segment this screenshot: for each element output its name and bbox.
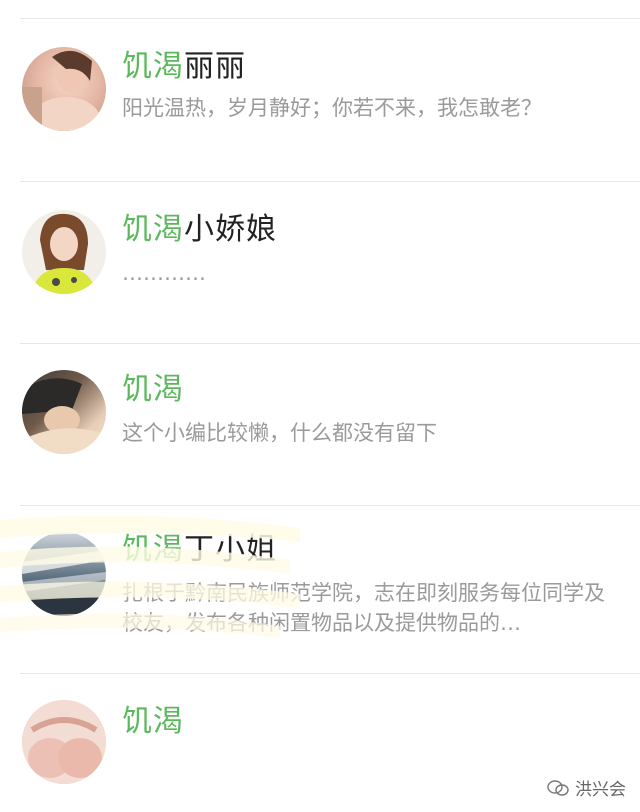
contact-name: 饥渴 — [122, 704, 184, 740]
name-prefix: 饥渴 — [122, 532, 184, 567]
contact-name: 饥渴丁小姐 — [122, 532, 277, 568]
avatar[interactable] — [22, 532, 106, 616]
name-suffix: 丽丽 — [184, 49, 246, 84]
avatar[interactable] — [22, 210, 106, 294]
avatar-image — [22, 550, 106, 616]
contact-name: 饥渴小娇娘 — [122, 212, 277, 248]
watermark: 洪兴会 — [547, 775, 626, 800]
name-prefix: 饥渴 — [122, 372, 184, 407]
avatar-image — [22, 50, 100, 131]
contact-description: 扎根于黔南民族师范学院，志在即刻服务每位同学及校友，发布各种闲置物品以及提供物品… — [122, 581, 605, 635]
contact-row[interactable]: 饥渴 这个小编比较懒，什么都没有留下 — [0, 344, 640, 506]
contact-list: 饥渴丽丽 阳光温热，岁月静好；你若不来，我怎敢老？ 饥渴小娇娘 ………… 饥渴 … — [0, 0, 640, 812]
wechat-icon — [547, 779, 569, 796]
avatar-image — [32, 213, 96, 294]
avatar-image — [22, 378, 106, 454]
contact-row[interactable]: 饥渴丁小姐 扎根于黔南民族师范学院，志在即刻服务每位同学及校友，发布各种闲置物品… — [0, 506, 640, 674]
name-prefix: 饥渴 — [122, 704, 184, 739]
contact-row[interactable]: 饥渴小娇娘 ………… — [0, 182, 640, 344]
name-suffix: 小娇娘 — [184, 212, 277, 247]
name-prefix: 饥渴 — [122, 212, 184, 247]
name-prefix: 饥渴 — [122, 49, 184, 84]
contact-row[interactable]: 饥渴 — [0, 674, 640, 812]
contact-name: 饥渴丽丽 — [122, 49, 246, 85]
avatar[interactable] — [22, 47, 106, 131]
contact-description: ………… — [122, 261, 206, 285]
watermark-text: 洪兴会 — [575, 780, 626, 800]
contact-description: 这个小编比较懒，什么都没有留下 — [122, 421, 437, 445]
name-suffix: 丁小姐 — [184, 532, 277, 567]
contact-name: 饥渴 — [122, 372, 184, 408]
avatar[interactable] — [22, 370, 106, 454]
contact-description: 阳光温热，岁月静好；你若不来，我怎敢老？ — [122, 96, 542, 120]
avatar[interactable] — [22, 700, 106, 784]
avatar-image — [22, 700, 106, 784]
contact-row[interactable]: 饥渴丽丽 阳光温热，岁月静好；你若不来，我怎敢老？ — [0, 19, 640, 181]
